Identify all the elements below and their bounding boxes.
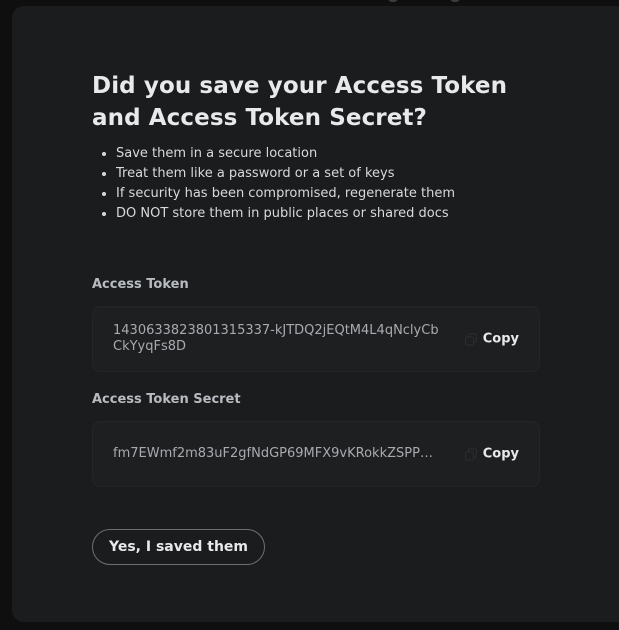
copy-button-label: Copy [482,446,519,462]
copy-button-label: Copy [482,331,519,347]
copy-icon [464,448,477,460]
copy-icon [464,333,477,345]
dialog-content: Did you save your Access Token and Acces… [92,70,542,565]
token-saved-dialog: Did you save your Access Token and Acces… [12,6,619,622]
confirm-saved-button[interactable]: Yes, I saved them [92,529,265,565]
access-token-value[interactable]: 1430633823801315337-kJTDQ2jEQtM4L4qNclyC… [113,323,443,355]
dialog-title: Did you save your Access Token and Acces… [92,73,508,131]
access-token-secret-value[interactable]: fm7EWmf2m83uF2gfNdGP69MFX9vKRokkZSPPx... [113,446,435,462]
access-token-field: 1430633823801315337-kJTDQ2jEQtM4L4qNclyC… [92,306,540,372]
list-item: DO NOT store them in public places or sh… [116,204,542,224]
copy-access-token-secret-button[interactable]: Copy [464,446,519,462]
copy-access-token-button[interactable]: Copy [464,331,519,347]
list-item: If security has been compromised, regene… [116,184,542,204]
list-item: Save them in a secure location [116,144,542,164]
background-decoration [388,0,468,2]
list-item: Treat them like a password or a set of k… [116,164,542,184]
security-tips-list: Save them in a secure location Treat the… [92,144,542,224]
access-token-secret-label: Access Token Secret [92,392,241,407]
access-token-label: Access Token [92,277,189,292]
access-token-secret-field: fm7EWmf2m83uF2gfNdGP69MFX9vKRokkZSPPx...… [92,421,540,487]
